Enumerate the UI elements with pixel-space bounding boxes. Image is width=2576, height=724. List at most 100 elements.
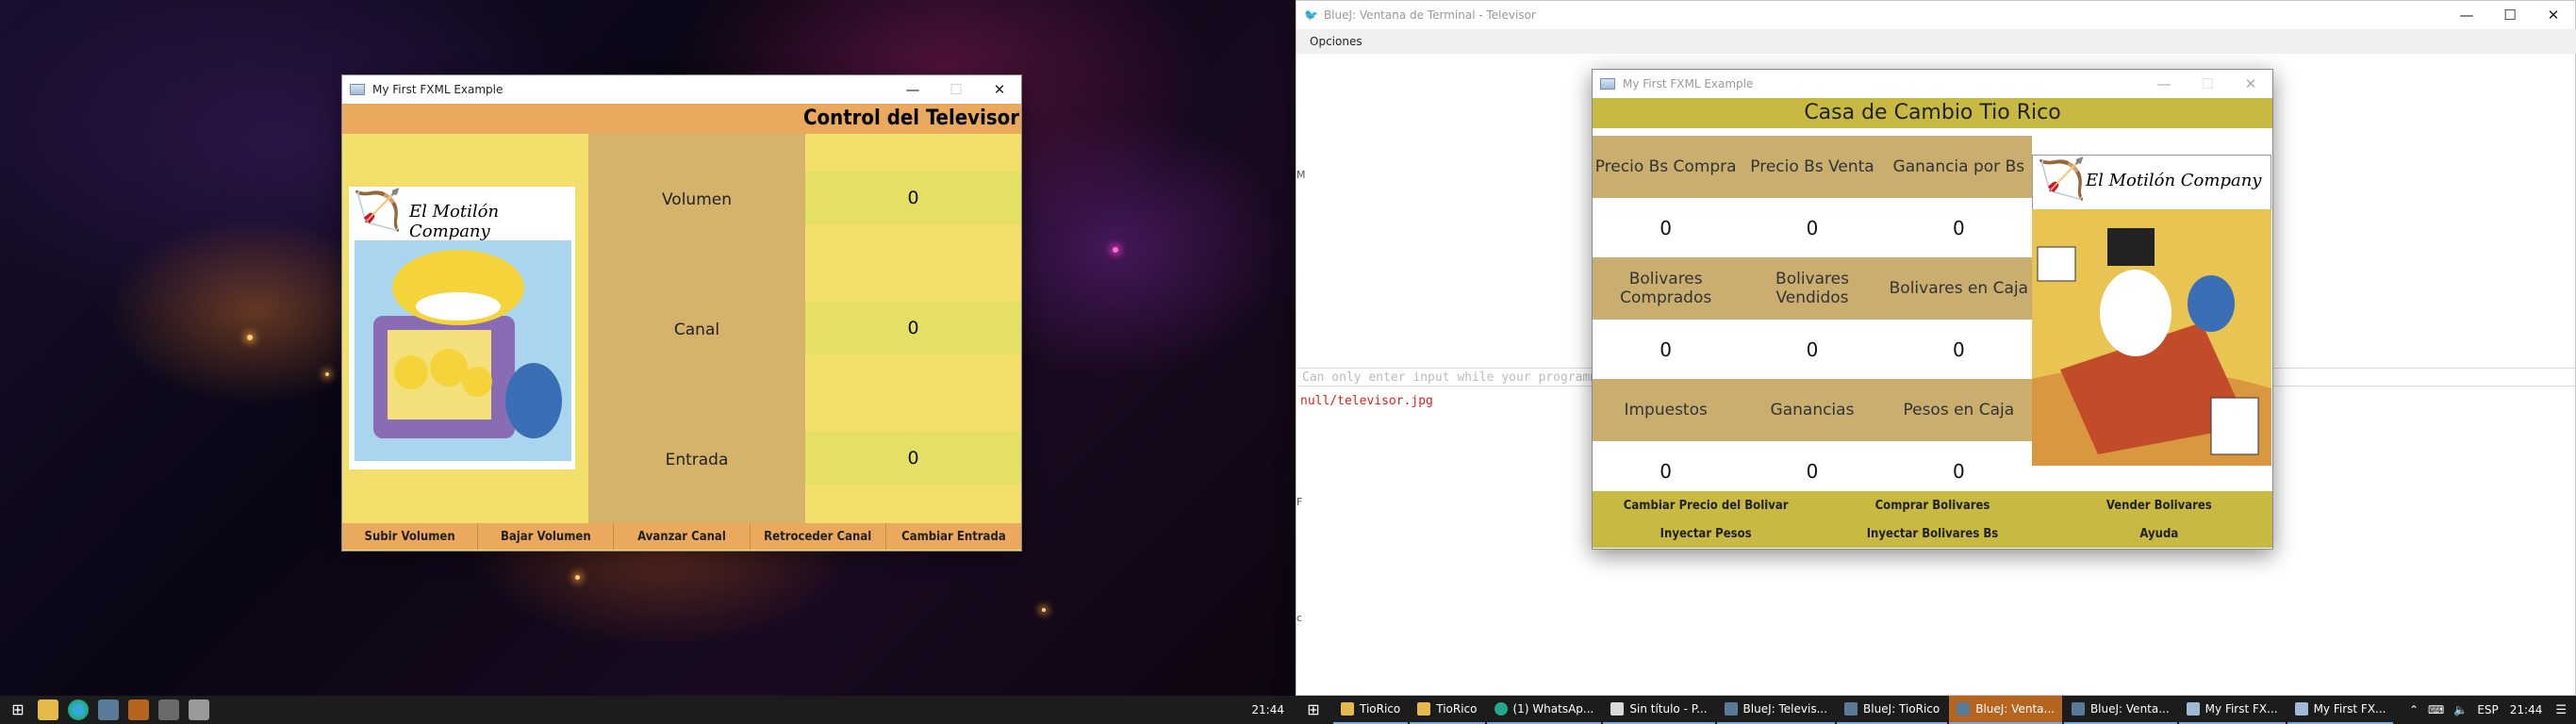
taskbar-item[interactable]: BlueJ: Televis... xyxy=(1716,696,1836,724)
row1-headers: Precio Bs Compra Precio Bs Venta Gananci… xyxy=(1593,136,2032,198)
close-button[interactable]: ✕ xyxy=(2532,1,2575,29)
tio-rico-window: My First FXML Example — ☐ ✕ Casa de Camb… xyxy=(1592,69,2273,550)
app-icon[interactable] xyxy=(98,699,119,720)
taskbar-item[interactable]: TioRico xyxy=(1410,696,1485,724)
bs-vendidos-label: Bolivares Vendidos xyxy=(1775,270,1849,307)
network-icon[interactable]: ⌨ xyxy=(2428,703,2444,716)
taskbar-item-label: BlueJ: Venta... xyxy=(1975,702,2055,716)
taskbar-item-label: BlueJ: Venta... xyxy=(2089,702,2170,716)
logo-text: El Motilón Company xyxy=(2086,171,2262,190)
volumen-value: 0 xyxy=(907,188,919,208)
menu-opciones[interactable]: Opciones xyxy=(1310,35,1362,48)
taskbar-item-label: My First FX... xyxy=(2313,702,2386,716)
taskbar-item[interactable]: (1) WhatsAp... xyxy=(1486,696,1602,724)
precio-compra-label: Precio Bs Compra xyxy=(1594,157,1737,176)
comprar-bolivares-button[interactable]: Comprar Bolivares xyxy=(1819,491,2045,519)
edge-char: F xyxy=(1296,496,1303,508)
tv-button-row: Subir Volumen Bajar Volumen Avanzar Cana… xyxy=(342,523,1021,550)
edge-icon[interactable] xyxy=(68,699,89,720)
logo-text: El Motilón Company xyxy=(409,202,500,241)
bajar-volumen-button[interactable]: Bajar Volumen xyxy=(478,523,615,550)
taskbar-item[interactable]: Sin título - P... xyxy=(1603,696,1715,724)
close-button[interactable]: ✕ xyxy=(978,75,1021,104)
cambiar-precio-button[interactable]: Cambiar Precio del Bolivar xyxy=(1593,491,1819,519)
row2-values: 0 0 0 xyxy=(1593,320,2032,379)
tv-titlebar[interactable]: My First FXML Example — ☐ ✕ xyxy=(342,75,1021,104)
java-app-icon[interactable] xyxy=(189,699,209,720)
notifications-icon[interactable]: ☰ xyxy=(2555,703,2567,717)
taskbar-item-active[interactable]: BlueJ: Venta... xyxy=(1949,696,2062,724)
inyectar-pesos-button[interactable]: Inyectar Pesos xyxy=(1593,519,1819,548)
vender-bolivares-button[interactable]: Vender Bolivares xyxy=(2046,491,2272,519)
clock[interactable]: 21:44 xyxy=(2510,703,2543,716)
bluej-icon xyxy=(1844,702,1858,716)
taskbar-left: ⊞ 21:44 xyxy=(0,696,1296,724)
minimize-button[interactable]: — xyxy=(891,75,934,104)
java-window-icon xyxy=(1600,78,1615,90)
avanzar-canal-button[interactable]: Avanzar Canal xyxy=(614,523,751,550)
canal-label: Canal xyxy=(673,321,720,339)
taskbar-item[interactable]: BlueJ: TioRico xyxy=(1837,696,1948,724)
taskbar-item-label: BlueJ: TioRico xyxy=(1863,702,1940,716)
close-button[interactable]: ✕ xyxy=(2229,70,2272,98)
row3-headers: Impuestos Ganancias Pesos en Caja xyxy=(1593,379,2032,441)
star xyxy=(325,372,329,376)
terminal-titlebar[interactable]: 🐦 BlueJ: Ventana de Terminal - Televisor… xyxy=(1296,1,2575,29)
subir-volumen-button[interactable]: Subir Volumen xyxy=(342,523,479,550)
row2-headers: Bolivares Comprados Bolivares Vendidos B… xyxy=(1593,257,2032,320)
tv-header: Control del Televisor xyxy=(342,104,1021,134)
precio-venta-value: 0 xyxy=(1806,216,1819,239)
taskbar-item[interactable]: My First FX... xyxy=(2178,696,2286,724)
tv-body: Control del Televisor 🏹 El Motilón Compa… xyxy=(342,104,1021,551)
ganancia-bs-label: Ganancia por Bs xyxy=(1892,157,2025,176)
retroceder-canal-button[interactable]: Retroceder Canal xyxy=(751,523,886,550)
windows-start-icon[interactable]: ⊞ xyxy=(1303,699,1324,720)
ganancias-label: Ganancias xyxy=(1770,401,1855,420)
taskbar-item-label: My First FX... xyxy=(2204,702,2278,716)
label-column: Volumen Canal Entrada xyxy=(588,134,805,523)
maximize-button[interactable]: ☐ xyxy=(2488,1,2532,29)
language-indicator[interactable]: ESP xyxy=(2477,703,2498,716)
folder-icon xyxy=(1417,702,1431,716)
folder-icon xyxy=(1341,702,1354,716)
bluej-icon xyxy=(2071,702,2085,716)
star xyxy=(1113,247,1118,253)
clock[interactable]: 21:44 xyxy=(1251,703,1284,716)
taskbar-item[interactable]: BlueJ: Venta... xyxy=(2063,696,2177,724)
archer-icon: 🏹 xyxy=(2037,156,2087,202)
ayuda-button[interactable]: Ayuda xyxy=(2046,519,2272,548)
edge-icon xyxy=(1494,702,1508,716)
maximize-button: ☐ xyxy=(2201,75,2214,92)
entrada-label: Entrada xyxy=(665,451,729,469)
bs-comprados-label: Bolivares Comprados xyxy=(1620,270,1712,307)
bluej-icon[interactable] xyxy=(128,699,149,720)
maximize-button: ☐ xyxy=(949,81,963,98)
file-explorer-icon[interactable] xyxy=(38,699,58,720)
volumen-label: Volumen xyxy=(661,190,732,209)
taskbar-item[interactable]: My First FX... xyxy=(2287,696,2394,724)
rico-titlebar[interactable]: My First FXML Example — ☐ ✕ xyxy=(1593,70,2272,98)
precio-compra-value: 0 xyxy=(1660,216,1673,239)
tray-chevron-icon[interactable]: ⌃ xyxy=(2409,703,2419,716)
minimize-button[interactable]: — xyxy=(2142,70,2186,98)
volume-icon[interactable]: 🔈 xyxy=(2453,703,2468,716)
entrada-value: 0 xyxy=(907,448,919,469)
bs-comprados-value: 0 xyxy=(1660,337,1673,361)
minimize-button[interactable]: — xyxy=(2445,1,2488,29)
taskbar-item-label: BlueJ: Televis... xyxy=(1742,702,1828,716)
cambiar-entrada-button[interactable]: Cambiar Entrada xyxy=(886,523,1021,550)
star xyxy=(247,335,253,340)
java-app-icon[interactable] xyxy=(158,699,179,720)
star xyxy=(575,575,580,580)
java-window-icon xyxy=(2294,702,2308,716)
taskbar-item[interactable]: TioRico xyxy=(1333,696,1409,724)
archer-icon: 🏹 xyxy=(353,187,403,233)
inyectar-bolivares-button[interactable]: Inyectar Bolivares Bs xyxy=(1819,519,2045,548)
value-column: 0 0 0 xyxy=(805,134,1021,523)
edge-char: M xyxy=(1296,169,1306,181)
rico-body: Casa de Cambio Tio Rico Precio Bs Compra… xyxy=(1593,98,2272,549)
rico-button-row-1: Cambiar Precio del Bolivar Comprar Boliv… xyxy=(1593,491,2272,519)
taskbar-right: ⊞ TioRico TioRico (1) WhatsAp... Sin tít… xyxy=(1296,696,2576,724)
bluej-icon xyxy=(1957,702,1971,716)
windows-start-icon[interactable]: ⊞ xyxy=(8,699,28,720)
